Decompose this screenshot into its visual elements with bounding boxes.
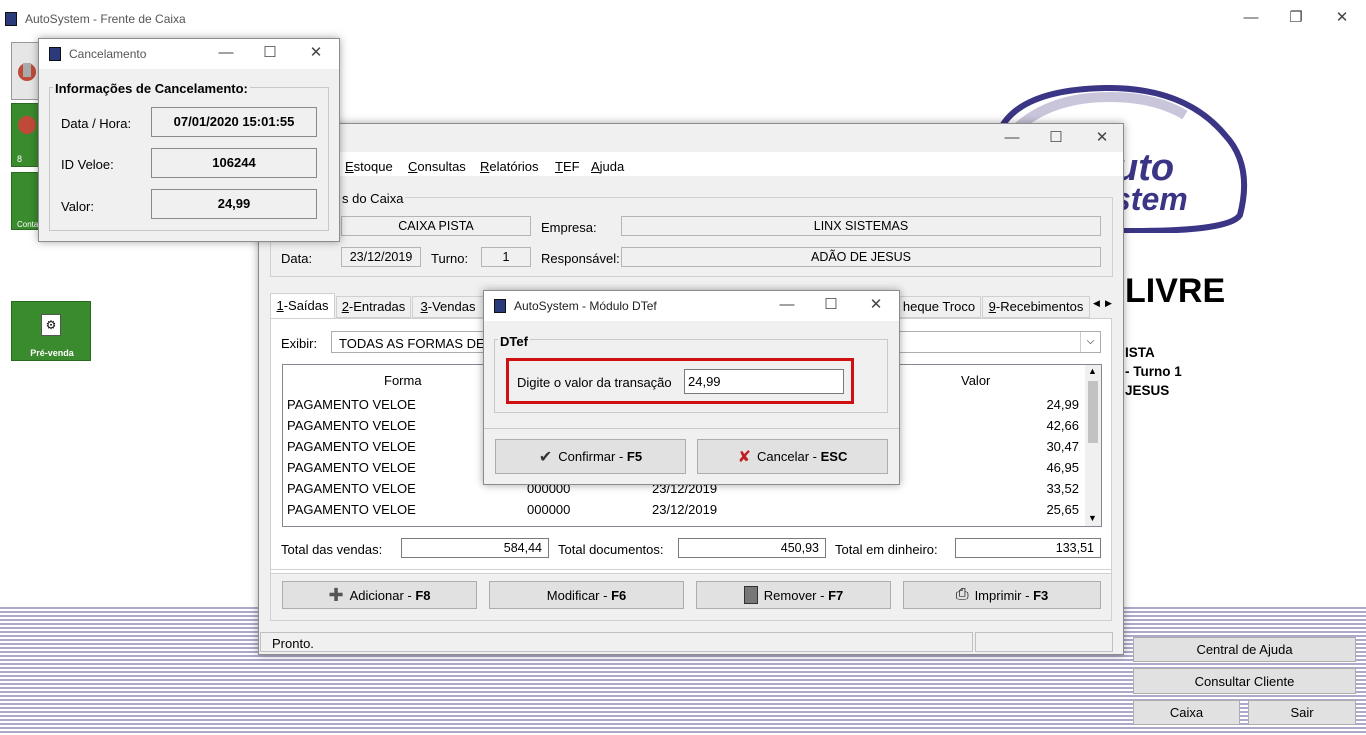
data-hora-label: Data / Hora: — [61, 116, 132, 131]
status-bar-right — [975, 632, 1113, 652]
menu-ajuda[interactable]: Ajuda — [591, 159, 624, 174]
consultar-cliente-button[interactable]: Consultar Cliente — [1133, 668, 1356, 694]
id-veloe-label: ID Veloe: — [61, 157, 114, 172]
status-livre: LIVRE — [1125, 272, 1226, 310]
caixa-maximize-icon[interactable]: ☐ — [1041, 128, 1071, 148]
imprimir-button[interactable]: ⎙ Imprimir - F3 — [903, 581, 1101, 609]
cancel-minimize-icon[interactable]: — — [211, 43, 241, 63]
col-forma: Forma — [384, 373, 422, 388]
app-icon — [5, 12, 17, 26]
empresa-field: LINX SISTEMAS — [621, 216, 1101, 236]
total-docs-label: Total documentos: — [558, 542, 664, 557]
dtef-minimize-icon[interactable]: — — [772, 295, 802, 315]
scroll-down-icon[interactable]: ▼ — [1088, 513, 1097, 523]
side-button-top[interactable] — [11, 42, 41, 100]
caixa-minimize-icon[interactable]: — — [997, 128, 1027, 148]
pre-venda-button[interactable]: ⚙ Pré-venda — [11, 301, 91, 361]
id-veloe-field: 106244 — [151, 148, 317, 178]
valor-label: Valor: — [61, 199, 94, 214]
svg-text:stem: stem — [1113, 181, 1188, 217]
menu-consultas[interactable]: Consultas — [408, 159, 466, 174]
total-vendas-field: 584,44 — [401, 538, 549, 558]
close-icon[interactable]: ✕ — [1327, 8, 1357, 28]
transacao-label: Digite o valor da transação — [517, 375, 672, 390]
confirmar-button[interactable]: ✔ Confirmar - F5 — [495, 439, 686, 474]
x-icon: ✘ — [737, 448, 752, 466]
responsavel-field: ADÃO DE JESUS — [621, 247, 1101, 267]
scroll-thumb[interactable] — [1088, 381, 1098, 443]
remover-button[interactable]: Remover - F7 — [696, 581, 891, 609]
side-info-2: - Turno 1 — [1125, 364, 1182, 379]
scroll-up-icon[interactable]: ▲ — [1088, 366, 1097, 376]
side-info-1: ISTA — [1125, 345, 1155, 360]
trash-icon — [743, 586, 758, 604]
printer-icon: ⎙ — [955, 586, 969, 603]
pre-venda-icon: ⚙ — [41, 314, 61, 336]
total-dinheiro-label: Total em dinheiro: — [835, 542, 938, 557]
list-scrollbar[interactable]: ▲ ▼ — [1085, 365, 1101, 526]
app-title: AutoSystem - Frente de Caixa — [25, 12, 186, 26]
data-field: 23/12/2019 — [341, 247, 421, 267]
dtef-close-icon[interactable]: ✕ — [861, 295, 891, 315]
menu-tef[interactable]: TEF — [555, 159, 580, 174]
cancelamento-window: Cancelamento — ☐ ✕ Informações de Cancel… — [38, 38, 340, 242]
turno-label: Turno: — [431, 251, 469, 266]
cancel-app-icon — [49, 47, 61, 61]
transacao-input[interactable] — [684, 369, 844, 394]
cancel-maximize-icon[interactable]: ☐ — [255, 43, 285, 63]
caixa-close-icon[interactable]: ✕ — [1087, 128, 1117, 148]
side-button-8[interactable]: 8 — [11, 103, 41, 167]
turno-field: 1 — [481, 247, 531, 267]
responsavel-label: Responsável: — [541, 251, 620, 266]
tab-saidas[interactable]: 1-Saídas — [270, 293, 335, 319]
dtef-maximize-icon[interactable]: ☐ — [816, 295, 846, 315]
tab-cheque-troco[interactable]: heque Troco — [897, 296, 981, 318]
restore-icon[interactable]: ❐ — [1281, 8, 1311, 28]
adicionar-button[interactable]: ✚ Adicionar - F8 — [282, 581, 477, 609]
chevron-down-icon[interactable]: ⌵ — [1080, 332, 1100, 352]
tab-scroll-right-icon[interactable]: ▶ — [1105, 298, 1112, 309]
cancelamento-title: Cancelamento — [69, 47, 147, 61]
side-info-3: JESUS — [1125, 383, 1170, 398]
valor-field: 24,99 — [151, 189, 317, 219]
checkmark-icon: ✔ — [538, 448, 553, 466]
modificar-button[interactable]: Modificar - F6 — [489, 581, 684, 609]
total-dinheiro-field: 133,51 — [955, 538, 1101, 558]
central-ajuda-button[interactable]: Central de Ajuda — [1133, 637, 1356, 662]
cancel-group-title: Informações de Cancelamento: — [53, 81, 250, 96]
exibir-label: Exibir: — [281, 336, 318, 351]
tab-recebimentos[interactable]: 9-Recebimentos — [982, 296, 1090, 318]
caixa-button[interactable]: Caixa — [1133, 700, 1240, 725]
tab-vendas[interactable]: 3-Vendas — [412, 296, 484, 318]
caixa-field: CAIXA PISTA — [341, 216, 531, 236]
total-docs-field: 450,93 — [678, 538, 826, 558]
minimize-icon[interactable]: — — [1236, 8, 1266, 28]
menu-estoque[interactable]: Estoque — [345, 159, 393, 174]
dtef-divider — [484, 428, 899, 429]
tab-scroll-left-icon[interactable]: ◀ — [1093, 298, 1100, 309]
dtef-app-icon — [494, 299, 506, 313]
dtef-title: AutoSystem - Módulo DTef — [514, 299, 657, 313]
empresa-label: Empresa: — [541, 220, 597, 235]
data-hora-field: 07/01/2020 15:01:55 — [151, 107, 317, 137]
data-label: Data: — [281, 251, 313, 266]
app-titlebar: AutoSystem - Frente de Caixa — ❐ ✕ — [0, 0, 1366, 38]
sair-button[interactable]: Sair — [1248, 700, 1356, 725]
menu-relatorios[interactable]: Relatórios — [480, 159, 539, 174]
cancel-close-icon[interactable]: ✕ — [301, 43, 331, 63]
total-vendas-label: Total das vendas: — [281, 542, 383, 557]
plus-icon: ✚ — [328, 584, 344, 605]
status-bar: Pronto. — [260, 632, 973, 652]
side-button-conta[interactable]: Conta — [11, 172, 41, 230]
dtef-group-title: DTef — [498, 334, 530, 349]
tab-entradas[interactable]: 2-Entradas — [336, 296, 411, 318]
dados-caixa-title: s do Caixa — [340, 191, 406, 206]
dtef-window: AutoSystem - Módulo DTef — ☐ ✕ DTef Digi… — [483, 290, 900, 485]
col-valor: Valor — [961, 373, 991, 388]
cancelar-button[interactable]: ✘ Cancelar - ESC — [697, 439, 888, 474]
